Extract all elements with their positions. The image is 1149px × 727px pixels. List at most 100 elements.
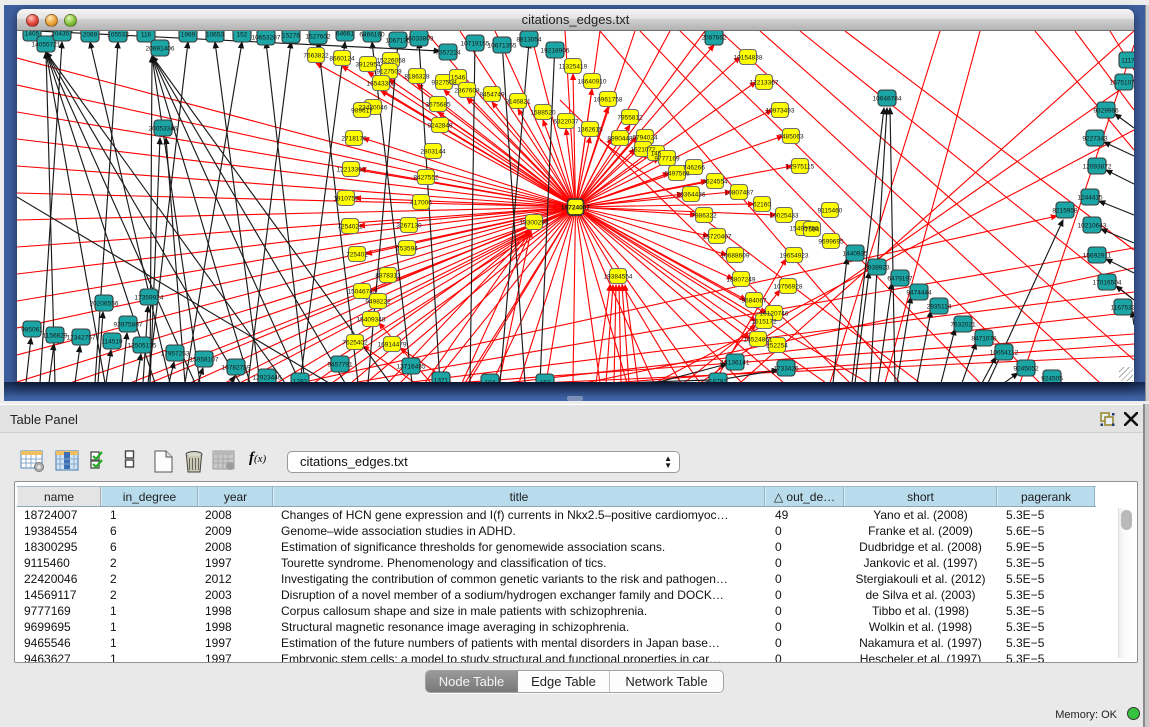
svg-text:17016504: 17016504 [1093, 280, 1122, 287]
svg-text:93975887: 93975887 [114, 322, 143, 329]
svg-text:7254021: 7254021 [337, 224, 363, 231]
svg-text:9227343: 9227343 [1082, 136, 1108, 143]
svg-text:6479197: 6479197 [887, 276, 913, 283]
svg-text:8454749: 8454749 [479, 92, 505, 99]
svg-text:12093872: 12093872 [1083, 164, 1112, 171]
svg-text:9245052: 9245052 [1013, 366, 1039, 373]
svg-text:9115460: 9115460 [818, 208, 843, 215]
svg-text:9146821: 9146821 [505, 99, 531, 106]
svg-text:2367608: 2367608 [454, 88, 480, 95]
svg-text:252254: 252254 [766, 343, 788, 350]
svg-text:2718176: 2718176 [341, 136, 367, 143]
svg-text:1244415: 1244415 [1077, 195, 1103, 202]
svg-text:64661: 64661 [336, 31, 354, 38]
svg-text:2069: 2069 [83, 32, 98, 39]
svg-text:2803144: 2803144 [420, 149, 446, 156]
svg-text:20364436: 20364436 [677, 192, 706, 199]
svg-text:16543362: 16543362 [367, 81, 396, 88]
svg-text:11325419: 11325419 [559, 64, 588, 71]
svg-text:1546: 1546 [451, 75, 466, 82]
svg-text:10756928: 10756928 [774, 284, 803, 291]
svg-text:1910755: 1910755 [333, 196, 359, 203]
svg-text:8215958: 8215958 [1052, 208, 1078, 215]
svg-text:20206556: 20206556 [90, 301, 119, 308]
svg-text:15226058: 15226058 [377, 58, 406, 65]
svg-text:15409348: 15409348 [357, 317, 386, 324]
svg-text:10654112: 10654112 [990, 350, 1019, 357]
svg-text:1362615: 1362615 [577, 127, 603, 134]
svg-text:15692911: 15692911 [1083, 253, 1112, 260]
svg-text:10719155: 10719155 [461, 41, 490, 48]
svg-text:1405: 1405 [25, 31, 40, 38]
svg-text:15751074: 15751074 [1110, 80, 1134, 87]
svg-text:8878312: 8878312 [375, 273, 401, 280]
svg-text:104: 104 [485, 380, 496, 383]
svg-text:1156829: 1156829 [43, 333, 68, 340]
svg-text:9777169: 9777169 [654, 156, 680, 163]
svg-text:6497568: 6497568 [664, 171, 690, 178]
svg-text:985061: 985061 [21, 327, 43, 334]
svg-text:10807487: 10807487 [725, 190, 754, 197]
svg-text:1527602: 1527602 [305, 34, 331, 41]
svg-text:20691406: 20691406 [146, 46, 175, 53]
svg-text:62160: 62160 [753, 202, 771, 209]
svg-text:15958107: 15958107 [190, 357, 219, 364]
svg-text:10671355: 10671355 [488, 43, 517, 50]
svg-text:725402: 725402 [346, 252, 368, 259]
svg-text:8990448: 8990448 [607, 136, 633, 143]
svg-text:10653287: 10653287 [252, 35, 281, 42]
svg-text:9474444: 9474444 [906, 290, 932, 297]
svg-text:10648784: 10648784 [873, 96, 902, 103]
svg-text:6466160: 6466160 [359, 32, 385, 39]
svg-text:1371: 1371 [434, 378, 449, 383]
svg-text:1588520: 1588520 [530, 110, 556, 117]
svg-text:3675685: 3675685 [425, 102, 451, 109]
svg-text:15046743: 15046743 [348, 289, 377, 296]
svg-text:10154838: 10154838 [734, 55, 763, 62]
svg-text:2935114: 2935114 [927, 304, 952, 311]
svg-text:3267130: 3267130 [396, 223, 422, 230]
svg-text:989617: 989617 [351, 108, 373, 115]
svg-text:18724007: 18724007 [561, 205, 590, 212]
svg-text:7485063: 7485063 [778, 134, 804, 141]
svg-text:417006: 417006 [410, 200, 432, 207]
svg-text:116: 116 [141, 32, 152, 39]
svg-text:1292: 1292 [293, 379, 308, 383]
svg-text:10025433: 10025433 [770, 213, 799, 220]
svg-text:7955812: 7955812 [617, 115, 643, 122]
svg-text:753594: 753594 [396, 246, 418, 253]
svg-text:9684067: 9684067 [741, 298, 767, 305]
svg-text:15276: 15276 [282, 33, 300, 40]
svg-text:19300293: 19300293 [520, 220, 549, 227]
svg-text:152: 152 [237, 32, 248, 39]
svg-text:1167533: 1167533 [1111, 305, 1134, 312]
svg-text:12505135: 12505135 [128, 343, 157, 350]
svg-text:3624554: 3624554 [702, 179, 728, 186]
svg-text:12975115: 12975115 [786, 164, 815, 171]
svg-text:8186328: 8186328 [404, 74, 430, 81]
svg-text:8660124: 8660124 [329, 56, 355, 63]
svg-text:924505: 924505 [1041, 376, 1063, 383]
svg-text:204357: 204357 [51, 31, 73, 38]
svg-text:17359924: 17359924 [135, 295, 164, 302]
svg-text:10653: 10653 [206, 32, 224, 39]
svg-text:20053346: 20053346 [149, 126, 178, 133]
svg-text:7564: 7564 [805, 227, 820, 234]
svg-text:1117: 1117 [1121, 58, 1134, 65]
svg-text:19384554: 19384554 [604, 274, 633, 281]
svg-text:9498222: 9498222 [365, 299, 391, 306]
svg-text:8813054: 8813054 [516, 37, 542, 44]
svg-text:14136141: 14136141 [721, 360, 750, 367]
svg-text:14055721: 14055721 [32, 42, 61, 49]
svg-text:8471076: 8471076 [971, 336, 997, 343]
svg-text:8938923: 8938923 [864, 265, 890, 272]
svg-text:12923446: 12923446 [253, 375, 282, 382]
svg-text:16961758: 16961758 [594, 97, 623, 104]
svg-text:1615172: 1615172 [751, 319, 777, 326]
svg-text:10973493: 10973493 [766, 108, 795, 115]
svg-text:19654923: 19654923 [780, 253, 809, 260]
svg-text:7663822: 7663822 [303, 53, 329, 60]
svg-text:16033809: 16033809 [405, 36, 434, 43]
svg-text:17957253: 17957253 [161, 351, 190, 358]
svg-text:10210643: 10210643 [1078, 223, 1107, 230]
